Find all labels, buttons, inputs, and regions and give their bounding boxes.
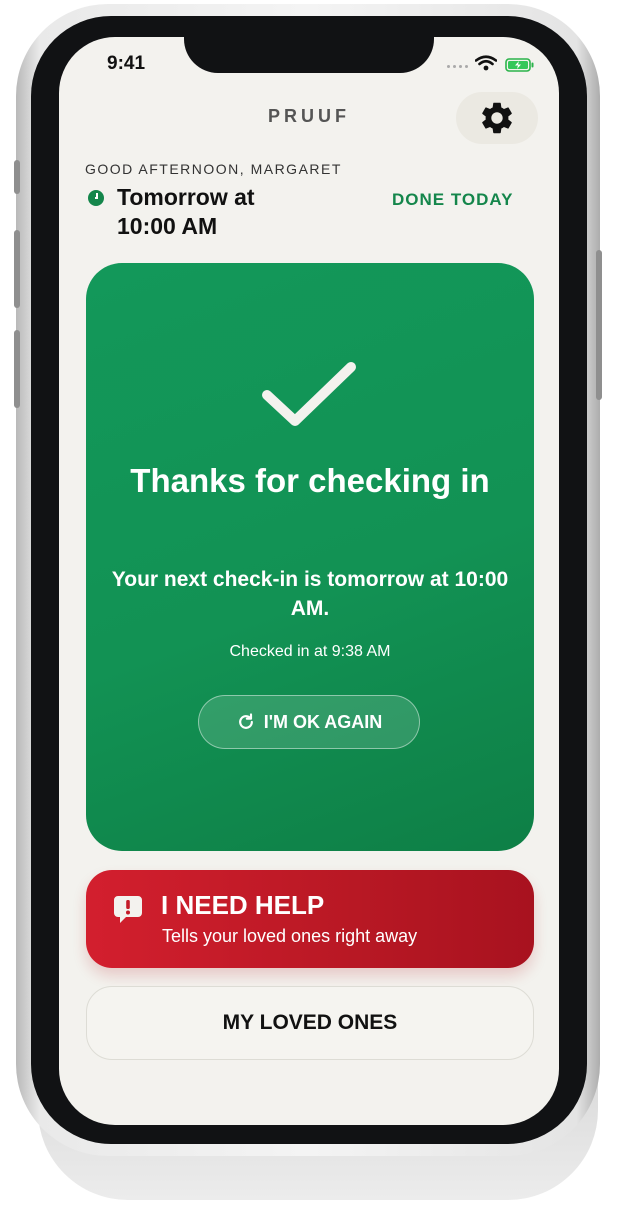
volume-down-button (14, 330, 20, 408)
app-screen: 9:41 PRUUF GOOD AFTERNOON, MARGARET Tomo… (59, 37, 559, 1125)
greeting-text: GOOD AFTERNOON, MARGARET (85, 161, 342, 177)
refresh-icon (238, 713, 253, 729)
next-checkin-time: Tomorrow at 10:00 AM (117, 184, 255, 239)
my-loved-ones-label: MY LOVED ONES (222, 1011, 398, 1034)
help-sublabel: Tells your loved ones right away (162, 926, 418, 946)
card-title: Thanks for checking in (130, 462, 490, 499)
help-label: I NEED HELP (161, 890, 325, 920)
my-loved-ones-button[interactable]: MY LOVED ONES (86, 986, 534, 1060)
battery-icon (505, 58, 534, 72)
notch (184, 37, 434, 73)
signal-icon (447, 65, 468, 68)
checkmark-icon (262, 362, 356, 426)
i-need-help-button[interactable]: I NEED HELP Tells your loved ones right … (86, 870, 534, 968)
status-badge: DONE TODAY (392, 190, 514, 209)
checked-in-time: Checked in at 9:38 AM (229, 643, 391, 660)
clock-icon (88, 190, 104, 206)
status-time: 9:41 (107, 53, 146, 74)
volume-up-button (14, 230, 20, 308)
next-checkin-text: Your next check-in is tomorrow at 10:00 … (111, 568, 509, 620)
gear-icon (482, 102, 512, 134)
im-ok-again-button[interactable]: I'M OK AGAIN (198, 695, 420, 749)
power-button (596, 250, 602, 400)
mute-switch (14, 160, 20, 194)
settings-button[interactable] (456, 92, 538, 144)
im-ok-again-label: I'M OK AGAIN (263, 711, 383, 732)
wifi-icon (475, 55, 497, 71)
confirmation-card: Thanks for checking in Your next check-i… (86, 263, 534, 851)
alert-bubble-icon (114, 896, 142, 923)
